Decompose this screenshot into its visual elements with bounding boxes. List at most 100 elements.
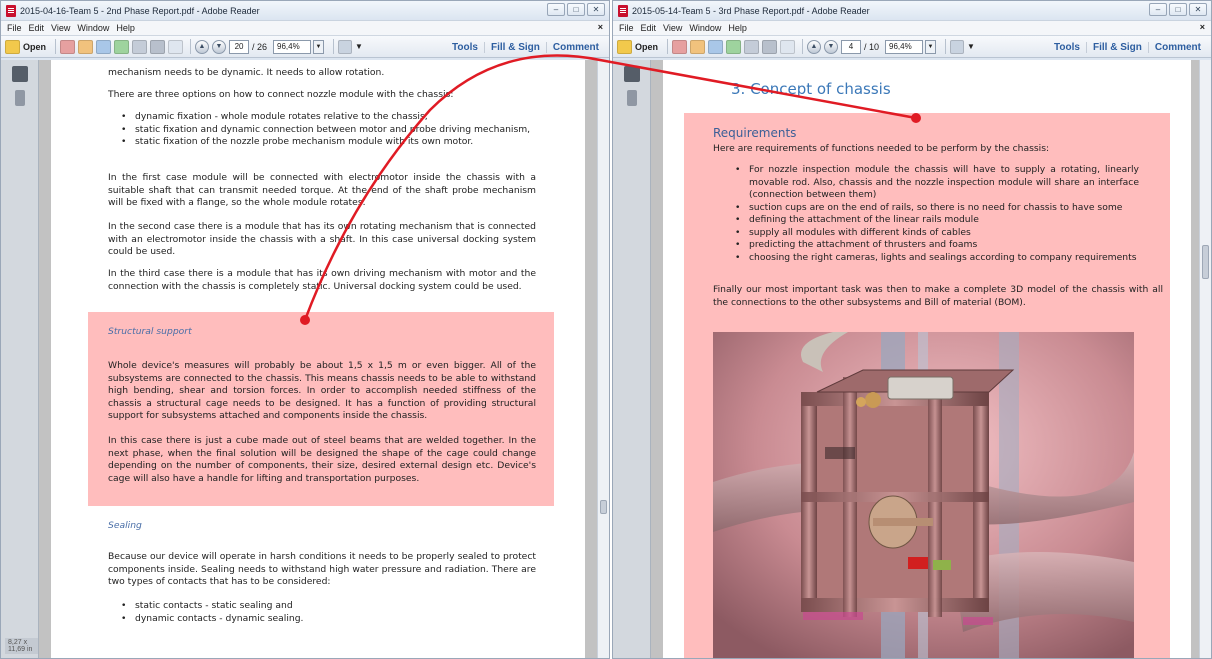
create-pdf-icon[interactable]: [672, 39, 688, 54]
folder-icon: [617, 39, 632, 54]
open-button[interactable]: Open: [617, 39, 658, 54]
combine-icon[interactable]: [78, 39, 94, 54]
comment-button[interactable]: Comment: [545, 41, 605, 53]
previous-page-icon[interactable]: ▲: [807, 39, 822, 54]
menu-file[interactable]: File: [7, 23, 22, 33]
close-document-icon[interactable]: ×: [1200, 22, 1205, 32]
previous-page-icon[interactable]: ▲: [195, 39, 210, 54]
requirements-list: For nozzle inspection module the chassis…: [731, 164, 1139, 264]
right-toolbar: Open ▲ ▼ 4 / 10 96,4% ▼ ▼ Tools Fill & S…: [613, 36, 1211, 58]
list-item: suction cups are on the end of rails, so…: [731, 202, 1139, 215]
chassis-3d-render-image: [713, 332, 1134, 658]
scroll-thumb[interactable]: [1202, 245, 1209, 279]
right-document-area: 3. Concept of chassis Requirements Here …: [651, 60, 1199, 658]
left-title-bar: 2015-04-16-Team 5 - 2nd Phase Report.pdf…: [1, 1, 609, 21]
zoom-dropdown-icon[interactable]: ▼: [925, 39, 937, 54]
left-vertical-scrollbar[interactable]: [597, 60, 609, 658]
list-item: predicting the attachment of thrusters a…: [731, 239, 1139, 252]
attachments-icon[interactable]: [627, 90, 637, 106]
toolbar-overflow-icon[interactable]: ▼: [967, 42, 975, 51]
list-item: dynamic contacts - dynamic sealing.: [117, 613, 536, 626]
left-pdf-page: mechanism needs to be dynamic. It needs …: [51, 60, 585, 658]
list-item: static fixation of the nozzle probe mech…: [117, 136, 536, 149]
fill-sign-button[interactable]: Fill & Sign: [483, 41, 546, 53]
close-document-icon[interactable]: ×: [598, 22, 603, 32]
requirements-heading: Requirements: [713, 126, 797, 140]
minimize-button[interactable]: –: [547, 3, 565, 16]
fill-sign-button[interactable]: Fill & Sign: [1085, 41, 1148, 53]
scroll-thumb[interactable]: [600, 500, 607, 514]
right-window-title: 2015-05-14-Team 5 - 3rd Phase Report.pdf…: [632, 5, 870, 16]
pages-icon[interactable]: [12, 66, 28, 82]
minimize-button[interactable]: –: [1149, 3, 1167, 16]
edit-icon[interactable]: [96, 39, 112, 54]
menu-help[interactable]: Help: [728, 23, 747, 33]
zoom-dropdown-icon[interactable]: ▼: [313, 39, 325, 54]
save-icon[interactable]: [744, 39, 760, 54]
menu-edit[interactable]: Edit: [29, 23, 45, 33]
menu-help[interactable]: Help: [116, 23, 135, 33]
menu-edit[interactable]: Edit: [641, 23, 657, 33]
navigation-pane: 8,27 x 11,69 in: [1, 60, 39, 658]
chapter-title: 3. Concept of chassis: [731, 80, 891, 98]
toolbar-overflow-icon[interactable]: ▼: [355, 42, 363, 51]
navigation-pane: [613, 60, 651, 658]
right-title-bar: 2015-05-14-Team 5 - 3rd Phase Report.pdf…: [613, 1, 1211, 21]
close-button[interactable]: ✕: [1189, 3, 1207, 16]
tools-button[interactable]: Tools: [1048, 42, 1086, 53]
list-item: dynamic fixation - whole module rotates …: [117, 111, 536, 124]
tools-button[interactable]: Tools: [446, 42, 484, 53]
list-item: static fixation and dynamic connection b…: [117, 124, 536, 137]
page-size-label: 8,27 x 11,69 in: [5, 638, 38, 654]
left-window-title: 2015-04-16-Team 5 - 2nd Phase Report.pdf…: [20, 5, 260, 16]
case2-paragraph: In the second case there is a module tha…: [108, 221, 536, 257]
edit-icon[interactable]: [708, 39, 724, 54]
structural-paragraph-1: Whole device's measures will probably be…: [108, 360, 536, 421]
page-number-input[interactable]: 20: [229, 39, 250, 54]
list-item: For nozzle inspection module the chassis…: [731, 164, 1139, 202]
menu-view[interactable]: View: [51, 23, 70, 33]
email-icon[interactable]: [780, 39, 796, 54]
close-button[interactable]: ✕: [587, 3, 605, 16]
zoom-input[interactable]: 96,4%: [273, 39, 312, 54]
final-paragraph: Finally our most important task was then…: [713, 284, 1163, 308]
left-document-area: mechanism needs to be dynamic. It needs …: [39, 60, 597, 658]
right-pdf-page: 3. Concept of chassis Requirements Here …: [663, 60, 1191, 658]
combine-icon[interactable]: [690, 39, 706, 54]
menu-file[interactable]: File: [619, 23, 634, 33]
cloud-icon[interactable]: [114, 39, 130, 54]
contacts-list: static contacts - static sealing and dyn…: [117, 600, 536, 625]
right-vertical-scrollbar[interactable]: [1199, 60, 1211, 658]
maximize-button[interactable]: □: [1169, 3, 1187, 16]
sealing-heading: Sealing: [108, 520, 142, 531]
page-count: / 26: [252, 41, 268, 52]
print-icon[interactable]: [762, 39, 778, 54]
left-menu-bar: File Edit View Window Help ×: [1, 21, 609, 36]
case1-paragraph: In the first case module will be connect…: [108, 172, 536, 208]
menu-window[interactable]: Window: [77, 23, 109, 33]
chassis-render-svg: [713, 332, 1134, 658]
next-page-icon[interactable]: ▼: [212, 39, 227, 54]
case3-paragraph: In the third case there is a module that…: [108, 268, 536, 292]
open-button[interactable]: Open: [5, 39, 46, 54]
attachments-icon[interactable]: [15, 90, 25, 106]
comment-button[interactable]: Comment: [1147, 41, 1207, 53]
page-number-input[interactable]: 4: [841, 39, 862, 54]
cloud-icon[interactable]: [726, 39, 742, 54]
pages-icon[interactable]: [624, 66, 640, 82]
email-icon[interactable]: [168, 39, 184, 54]
sealing-paragraph: Because our device will operate in harsh…: [108, 551, 536, 587]
menu-view[interactable]: View: [663, 23, 682, 33]
intro-line: mechanism needs to be dynamic. It needs …: [108, 67, 385, 78]
menu-window[interactable]: Window: [689, 23, 721, 33]
zoom-input[interactable]: 96,4%: [885, 39, 924, 54]
print-icon[interactable]: [150, 39, 166, 54]
right-reader-window: 2015-05-14-Team 5 - 3rd Phase Report.pdf…: [612, 0, 1212, 659]
fullscreen-icon[interactable]: [950, 39, 965, 54]
fullscreen-icon[interactable]: [338, 39, 353, 54]
create-pdf-icon[interactable]: [60, 39, 76, 54]
maximize-button[interactable]: □: [567, 3, 585, 16]
next-page-icon[interactable]: ▼: [824, 39, 839, 54]
save-icon[interactable]: [132, 39, 148, 54]
list-item: choosing the right cameras, lights and s…: [731, 252, 1139, 265]
